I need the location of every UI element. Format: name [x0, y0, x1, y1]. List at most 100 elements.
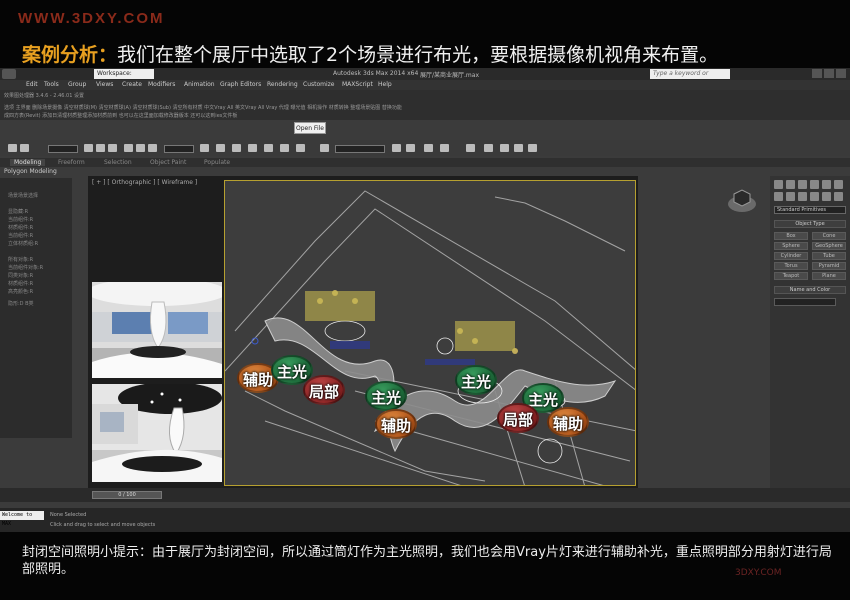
menu-views[interactable]: Views — [96, 81, 113, 88]
environment-icon[interactable] — [500, 144, 509, 152]
display-tab-icon[interactable] — [822, 180, 831, 189]
plugin-row[interactable]: 选项 主界面 删除场景摄像 清空材质球(M) 清空材质球(A) 清空材质球(Su… — [4, 104, 402, 111]
layer-icon[interactable] — [296, 144, 305, 152]
named-selection-select[interactable] — [335, 145, 385, 153]
main-toolbar — [0, 140, 850, 156]
max-logo-icon[interactable] — [2, 69, 16, 79]
polygon-modeling-label[interactable]: Polygon Modeling — [4, 168, 57, 175]
plugin-row[interactable]: 效果图处理器 3.4.6 - 2.46.01 设置 — [4, 92, 84, 99]
vray-light-icon[interactable] — [528, 144, 537, 152]
scene-item[interactable]: 显隐藏:R — [8, 208, 28, 215]
menu-animation[interactable]: Animation — [184, 81, 215, 88]
geometry-icon[interactable] — [774, 192, 783, 201]
primitive-type-select[interactable]: Standard Primitives — [774, 206, 846, 214]
scene-item[interactable]: 材质组件:R — [8, 280, 33, 287]
scene-item[interactable]: 高亮颜色:R — [8, 288, 33, 295]
tab-selection[interactable]: Selection — [104, 159, 132, 166]
angle-snap-icon[interactable] — [232, 144, 241, 152]
minimize-icon[interactable] — [812, 69, 822, 78]
rect-select-icon[interactable] — [108, 144, 117, 152]
sphere-button[interactable]: Sphere — [774, 242, 808, 250]
object-name-field[interactable] — [774, 298, 836, 306]
render-setup-icon[interactable] — [424, 144, 433, 152]
move-icon[interactable] — [124, 144, 133, 152]
scene-item[interactable]: 同类对象:R — [8, 272, 33, 279]
torus-button[interactable]: Torus — [774, 262, 808, 270]
workspace-select[interactable]: Workspace: Default — [94, 69, 154, 87]
hierarchy-tab-icon[interactable] — [798, 180, 807, 189]
tab-populate[interactable]: Populate — [204, 159, 230, 166]
reference-coord-select[interactable] — [164, 145, 194, 153]
search-input[interactable]: Type a keyword or phrase — [650, 69, 730, 87]
create-tab-icon[interactable] — [774, 180, 783, 189]
geosphere-button[interactable]: GeoSphere — [812, 242, 846, 250]
cylinder-button[interactable]: Cylinder — [774, 252, 808, 260]
curve-editor-icon[interactable] — [320, 144, 329, 152]
systems-icon[interactable] — [834, 192, 843, 201]
scene-item[interactable]: 所有对象:R — [8, 256, 33, 263]
scene-item[interactable]: 当前组件:R — [8, 216, 33, 223]
percent-snap-icon[interactable] — [248, 144, 257, 152]
pyramid-button[interactable]: Pyramid — [812, 262, 846, 270]
helpers-icon[interactable] — [822, 192, 831, 201]
object-type-rollout[interactable]: Object Type — [774, 220, 846, 228]
menu-create[interactable]: Create — [122, 81, 142, 88]
motion-tab-icon[interactable] — [810, 180, 819, 189]
maximize-icon[interactable] — [824, 69, 834, 78]
mirror-icon[interactable] — [264, 144, 273, 152]
render-frame-icon[interactable] — [440, 144, 449, 152]
undo-icon[interactable] — [8, 144, 17, 152]
select-icon[interactable] — [84, 144, 93, 152]
rotate-icon[interactable] — [136, 144, 145, 152]
tab-modeling[interactable]: Modeling — [10, 159, 46, 166]
quick-render-icon[interactable] — [484, 144, 493, 152]
align-icon[interactable] — [280, 144, 289, 152]
orthographic-viewport[interactable]: 辅助 主光 局部 主光 辅助 主光 主光 局部 辅助 — [224, 180, 636, 486]
cone-button[interactable]: Cone — [812, 232, 846, 240]
scene-item[interactable]: 当前组件:R — [8, 232, 33, 239]
close-icon[interactable] — [836, 69, 846, 78]
menu-graph-editors[interactable]: Graph Editors — [220, 81, 261, 88]
shapes-icon[interactable] — [786, 192, 795, 201]
scene-item[interactable]: 隐形:D B类 — [8, 300, 34, 307]
schematic-icon[interactable] — [392, 144, 401, 152]
viewcube-icon[interactable] — [726, 186, 758, 214]
select-by-name-icon[interactable] — [96, 144, 105, 152]
menu-modifiers[interactable]: Modifiers — [148, 81, 175, 88]
viewport-label[interactable]: [ + ] [ Orthographic ] [ Wireframe ] — [92, 179, 197, 186]
tube-button[interactable]: Tube — [812, 252, 846, 260]
pivot-icon[interactable] — [200, 144, 209, 152]
tab-object-paint[interactable]: Object Paint — [150, 159, 186, 166]
lights-icon[interactable] — [798, 192, 807, 201]
scale-icon[interactable] — [148, 144, 157, 152]
tab-freeform[interactable]: Freeform — [58, 159, 85, 166]
maxscript-listener[interactable]: Welcome to MAX — [0, 511, 44, 527]
menu-tools[interactable]: Tools — [44, 81, 59, 88]
scene-item[interactable]: 材质组件:R — [8, 224, 33, 231]
box-button[interactable]: Box — [774, 232, 808, 240]
menu-help[interactable]: Help — [378, 81, 392, 88]
scene-item[interactable]: 当前组件对象:R — [8, 264, 43, 271]
render-icon[interactable] — [466, 144, 475, 152]
menu-customize[interactable]: Customize — [303, 81, 335, 88]
menu-group[interactable]: Group — [68, 81, 86, 88]
teapot-button[interactable]: Teapot — [774, 272, 808, 280]
plane-button[interactable]: Plane — [812, 272, 846, 280]
material-editor-icon[interactable] — [406, 144, 415, 152]
time-slider[interactable]: 0 / 100 — [92, 491, 162, 499]
name-color-rollout[interactable]: Name and Color — [774, 286, 846, 294]
menu-rendering[interactable]: Rendering — [267, 81, 298, 88]
vray-frame-icon[interactable] — [514, 144, 523, 152]
menu-edit[interactable]: Edit — [26, 81, 38, 88]
scene-item[interactable]: 立体材质组:R — [8, 240, 38, 247]
utilities-tab-icon[interactable] — [834, 180, 843, 189]
modify-tab-icon[interactable] — [786, 180, 795, 189]
plugin-row[interactable]: 成四方表(Revit) 添加日清理材质整理添加材质前到 也可以在这里面加载修改器… — [4, 112, 237, 119]
light-label-main: 主光 — [365, 381, 407, 411]
menu-maxscript[interactable]: MAXScript — [342, 81, 373, 88]
cameras-icon[interactable] — [810, 192, 819, 201]
selection-filter-select[interactable] — [48, 145, 78, 153]
scene-item[interactable]: 场景场景选择 — [8, 192, 38, 199]
snap-icon[interactable] — [216, 144, 225, 152]
redo-icon[interactable] — [20, 144, 29, 152]
